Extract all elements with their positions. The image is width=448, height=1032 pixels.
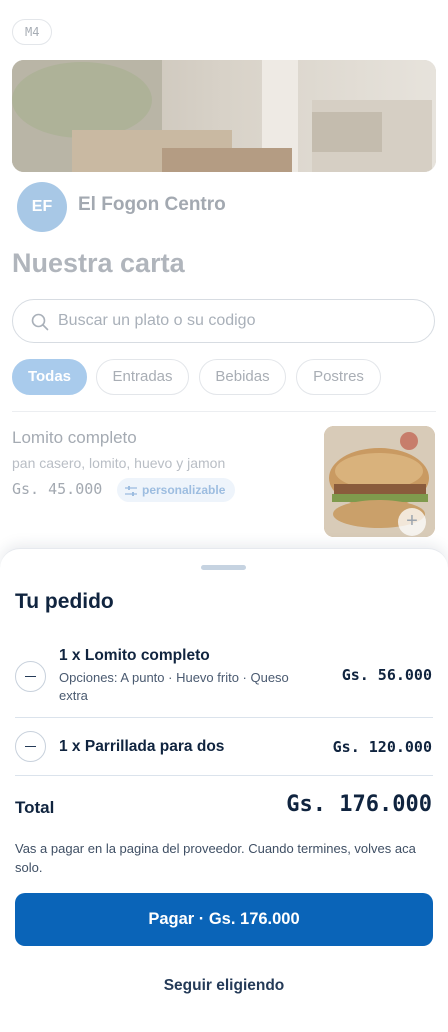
menu-title: Nuestra carta xyxy=(12,248,185,278)
restaurant-name: El Fogon Centro xyxy=(78,194,226,215)
keep-choosing-button[interactable]: Seguir eligiendo xyxy=(124,971,324,1001)
category-chip-bebidas[interactable]: Bebidas xyxy=(199,359,286,395)
search-bar[interactable] xyxy=(12,299,435,343)
order-sheet: Tu pedido 1 x Lomito completo Opciones: … xyxy=(0,548,448,1032)
order-item-price: Gs. 120.000 xyxy=(332,738,432,756)
order-item-name: 1 x Parrillada para dos xyxy=(59,738,225,755)
category-chip-postres[interactable]: Postres xyxy=(296,359,381,395)
order-item-options: Opciones: A punto · Huevo frito · Queso … xyxy=(59,670,289,703)
search-icon xyxy=(31,313,49,331)
divider xyxy=(15,775,433,776)
sheet-drag-handle[interactable] xyxy=(201,565,246,570)
total-value: Gs. 176.000 xyxy=(286,792,432,817)
order-item-price: Gs. 56.000 xyxy=(341,666,432,684)
order-item-name: 1 x Lomito completo xyxy=(59,647,210,664)
total-label: Total xyxy=(15,798,55,817)
divider xyxy=(12,411,436,412)
payment-note: Vas a pagar en la pagina del proveedor. … xyxy=(15,841,416,875)
restaurant-hero-image xyxy=(12,60,436,172)
category-chip-todas[interactable]: Todas xyxy=(12,359,87,395)
dish-name[interactable]: Lomito completo xyxy=(12,428,137,448)
divider xyxy=(15,717,433,718)
category-chip-entradas[interactable]: Entradas xyxy=(96,359,189,395)
add-dish-button[interactable]: + xyxy=(398,508,426,536)
restaurant-avatar: EF xyxy=(17,182,67,232)
dish-price: Gs. 45.000 xyxy=(12,480,103,498)
pay-button[interactable]: Pagar · Gs. 176.000 xyxy=(15,893,433,946)
location-badge: M4 xyxy=(12,19,53,45)
customizable-label: personalizable xyxy=(142,483,226,497)
sliders-icon xyxy=(125,485,137,496)
search-input[interactable] xyxy=(58,300,418,341)
decrease-quantity-button[interactable] xyxy=(15,661,46,692)
sheet-title: Tu pedido xyxy=(15,590,114,613)
dish-description: pan casero, lomito, huevo y jamon xyxy=(12,455,226,471)
decrease-quantity-button[interactable] xyxy=(15,731,46,762)
customizable-badge: personalizable xyxy=(117,478,236,502)
